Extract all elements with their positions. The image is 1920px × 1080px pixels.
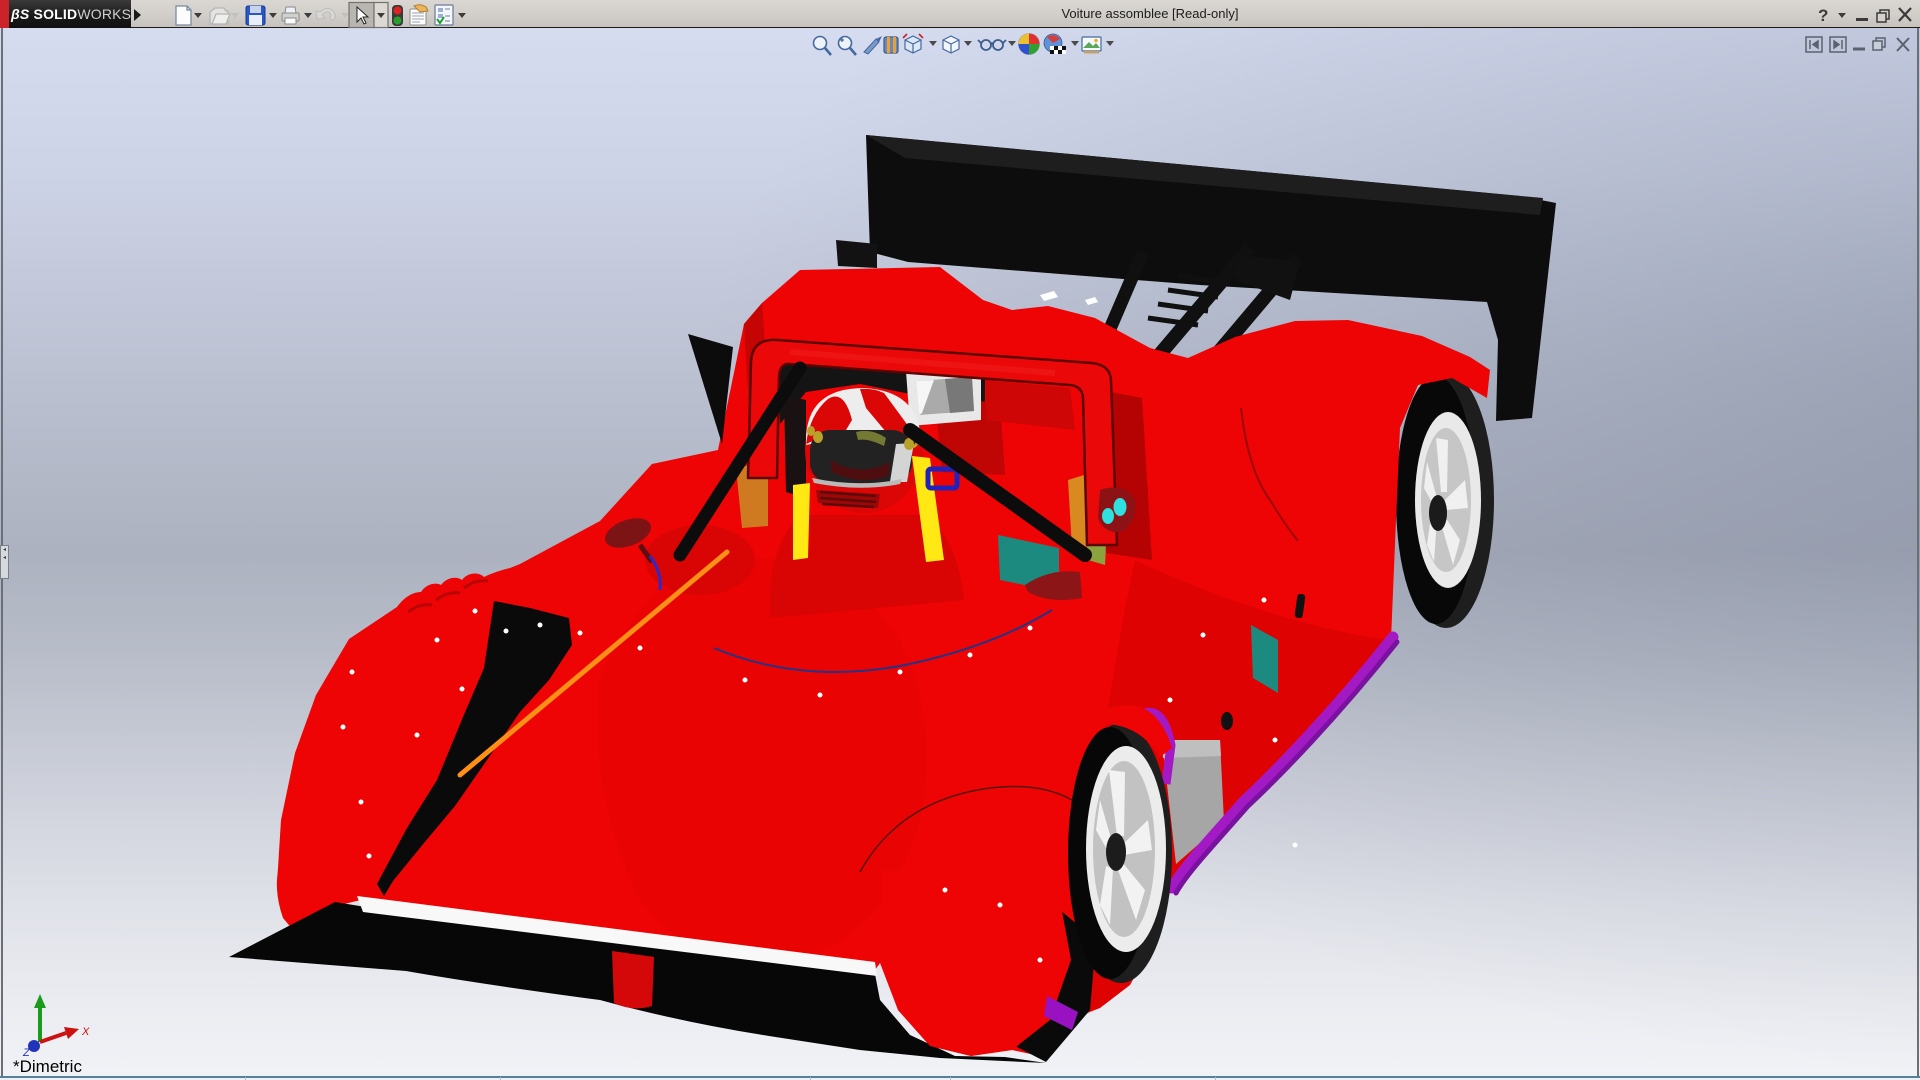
svg-text:X: X xyxy=(81,1026,90,1038)
svg-text:?: ? xyxy=(1818,6,1828,25)
